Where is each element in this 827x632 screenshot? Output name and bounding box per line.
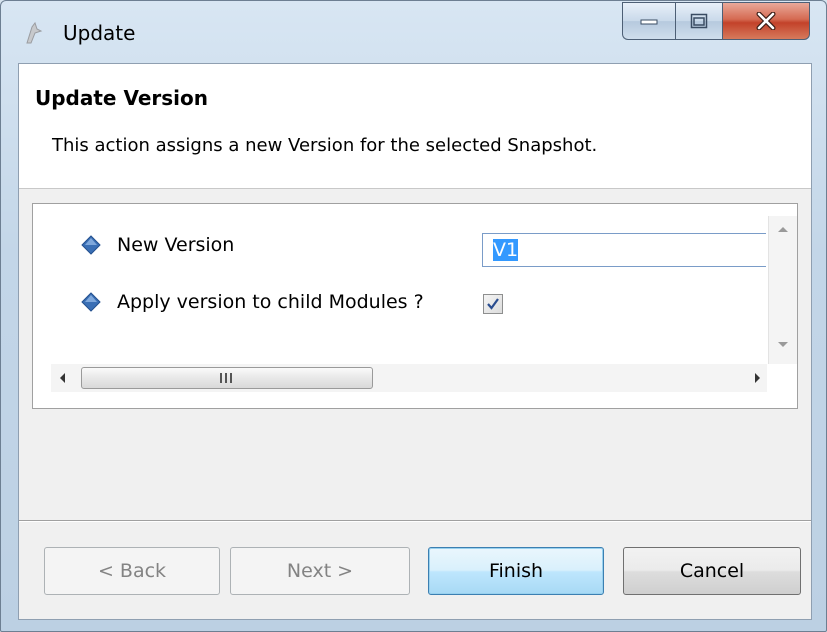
apply-version-row: Apply version to child Modules ? xyxy=(81,291,424,313)
blue-diamond-icon xyxy=(81,235,101,255)
minimize-button[interactable] xyxy=(622,2,675,40)
horizontal-scrollbar[interactable] xyxy=(51,364,767,392)
finish-button[interactable]: Finish xyxy=(428,547,604,595)
blue-diamond-icon xyxy=(81,292,101,312)
minimize-icon xyxy=(640,19,658,25)
next-button[interactable]: Next > xyxy=(230,547,410,595)
page-description: This action assigns a new Version for th… xyxy=(52,135,598,156)
scroll-up-arrow[interactable] xyxy=(778,227,788,232)
new-version-input[interactable] xyxy=(482,233,766,267)
app-icon xyxy=(26,21,43,44)
maximize-icon xyxy=(690,13,708,29)
properties-panel: New Version Apply version to child Modul… xyxy=(32,203,798,409)
title-bar[interactable]: Update xyxy=(1,1,826,63)
cancel-button[interactable]: Cancel xyxy=(623,547,801,595)
window-title: Update xyxy=(63,21,136,45)
scroll-grip-icon xyxy=(220,373,232,383)
scroll-down-arrow[interactable] xyxy=(778,342,788,347)
apply-version-checkbox[interactable] xyxy=(483,294,503,314)
button-bar-separator xyxy=(19,520,811,522)
back-button[interactable]: < Back xyxy=(44,547,220,595)
close-icon xyxy=(756,12,776,30)
scroll-left-arrow[interactable] xyxy=(60,373,65,383)
caption-buttons xyxy=(622,2,810,40)
apply-version-label: Apply version to child Modules ? xyxy=(117,291,424,313)
dialog-client-area: Update Version This action assigns a new… xyxy=(18,63,812,620)
header-banner: Update Version This action assigns a new… xyxy=(19,64,811,189)
new-version-label: New Version xyxy=(117,234,235,256)
vertical-scrollbar[interactable] xyxy=(768,216,797,364)
checkmark-icon xyxy=(487,298,499,310)
new-version-row: New Version xyxy=(81,234,234,256)
horizontal-scroll-thumb[interactable] xyxy=(81,367,373,389)
page-title: Update Version xyxy=(35,86,209,110)
maximize-button[interactable] xyxy=(675,2,722,40)
scroll-right-arrow[interactable] xyxy=(755,373,760,383)
close-button[interactable] xyxy=(722,2,810,40)
update-dialog: Update Update Version This action assign… xyxy=(0,0,827,632)
